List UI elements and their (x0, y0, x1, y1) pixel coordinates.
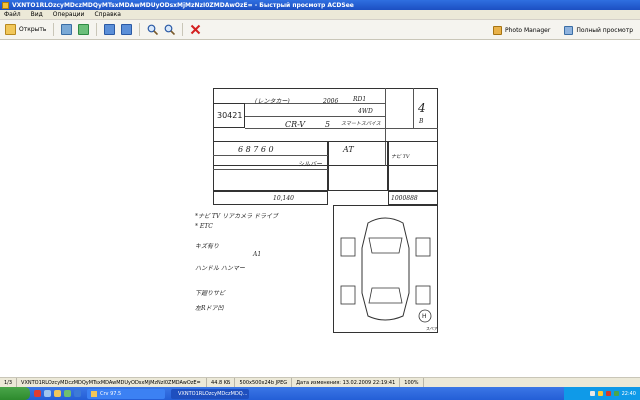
fullscreen-button[interactable]: Полный просмотр (561, 22, 636, 38)
year: 2006 (323, 98, 339, 105)
menu-file[interactable]: Файл (4, 11, 21, 18)
browser-icon[interactable] (74, 390, 81, 397)
tray-icon[interactable] (597, 391, 603, 396)
clock: 22:40 (621, 390, 636, 397)
fullscreen-icon (564, 25, 574, 35)
drive: 4WD (358, 108, 373, 115)
status-dimensions: 500x500x24b JPEG (235, 377, 293, 388)
options-box (388, 141, 438, 191)
next-image-icon (78, 24, 90, 35)
zoom-out-button[interactable] (161, 22, 178, 38)
opera-icon[interactable] (34, 390, 41, 397)
inspector-note-5: 左Rドア凹 (195, 305, 224, 312)
toolbar: Открыть Photo Manager Полный просмотр (0, 20, 640, 40)
inspector-note-3: ハンドル ハンマー (195, 265, 245, 272)
score: 4 (418, 101, 426, 115)
lot-number: 30421 (217, 111, 243, 120)
model: CR-V (285, 120, 306, 129)
notes-line-2: * ETC (195, 223, 213, 230)
folder-icon (5, 24, 16, 35)
media-icon[interactable] (64, 390, 71, 397)
status-zoom: 100% (400, 377, 424, 388)
zoom-out-icon (165, 24, 176, 35)
rotate-left-icon (104, 24, 116, 35)
delete-icon (191, 24, 201, 35)
notes-line-1: *ナビ TV リアカメラ ドライブ (195, 213, 279, 220)
folder-icon[interactable] (54, 390, 61, 397)
rotate-left-button[interactable] (101, 22, 118, 38)
menu-help[interactable]: Справка (94, 11, 120, 18)
mileage: 6 8 7 6 0 (238, 145, 274, 154)
window-title: VXNTO1RLOzcyMDczMDQyMTsxMDAwMDUyODsxMjMz… (12, 1, 354, 9)
toolbar-separator (139, 23, 141, 36)
auction-sheet-image: 30421 (レンタカー) 2006 RD1 4WD CR-V 5 スマートスパ… (193, 83, 443, 333)
desktop-icon[interactable] (44, 390, 51, 397)
zoom-in-button[interactable] (144, 22, 161, 38)
status-filename: VXNTO1RLOzcyMDczMDQyMTsxMDAwMDUyODsxMjMz… (17, 377, 208, 388)
rotate-right-button[interactable] (118, 22, 135, 38)
tray-icon[interactable] (605, 391, 611, 396)
rental-label: (レンタカー) (255, 98, 290, 105)
status-modified: Дата изменения: 13.02.2009 22:19:41 (292, 377, 401, 388)
status-bar: 1/3 VXNTO1RLOzcyMDczMDQyMTsxMDAwMDUyODsx… (0, 377, 640, 388)
inspector-note-4: 下廻りサビ (195, 290, 226, 297)
interior-grade: B (419, 118, 424, 125)
transmission-box (328, 141, 388, 191)
taskbar-button-folder[interactable]: Crv 97.5 (87, 388, 165, 399)
previous-image-button[interactable] (58, 22, 75, 38)
start-button[interactable] (0, 387, 30, 400)
tray-icon[interactable] (613, 391, 619, 396)
title-bar: VXNTO1RLOzcyMDczMDQyMTsxMDAwMDUyODsxMjMz… (0, 0, 640, 10)
toolbar-separator (96, 23, 98, 36)
photo-manager-button[interactable]: Photo Manager (490, 22, 553, 38)
photo-manager-icon (492, 25, 502, 35)
task-2-label: VXNTO1RLOzcyMDczMDQ... (178, 390, 248, 397)
toolbar-separator (182, 23, 184, 36)
chassis-number: 1000888 (391, 195, 418, 202)
color: シルバー (298, 161, 323, 168)
toolbar-separator (53, 23, 55, 36)
folder-icon (91, 390, 97, 397)
tray-icon[interactable] (589, 391, 595, 396)
options-text: ナビ TV (391, 154, 410, 160)
car-diagram (340, 217, 432, 323)
toolbar-right: Photo Manager Полный просмотр (490, 22, 636, 38)
grade: スマートスパイス (341, 121, 381, 127)
doors: 5 (325, 120, 331, 129)
transmission: AT (343, 145, 354, 154)
rotate-right-icon (121, 24, 133, 35)
recycle-box (213, 191, 328, 205)
photo-manager-label: Photo Manager (504, 26, 551, 34)
acdsee-icon (2, 1, 9, 9)
open-button[interactable]: Открыть (2, 22, 49, 38)
recycle-fee: 10,140 (273, 195, 294, 202)
status-filesize: 44.8 KБ (207, 377, 236, 388)
zoom-in-icon (148, 24, 159, 35)
previous-image-icon (61, 24, 73, 35)
model-code: RD1 (353, 96, 367, 103)
menu-operations[interactable]: Операции (53, 11, 85, 18)
system-tray: 22:40 (564, 387, 640, 400)
image-index: 1/3 (0, 377, 18, 388)
open-label: Открыть (19, 26, 47, 33)
menu-view[interactable]: Вид (31, 11, 43, 18)
quick-launch (34, 390, 81, 397)
inspector-note-1: キズ有り (195, 243, 220, 250)
diagram-h-label: H (422, 313, 427, 320)
menu-bar: Файл Вид Операции Справка (0, 10, 640, 20)
next-image-button[interactable] (75, 22, 92, 38)
task-1-label: Crv 97.5 (100, 390, 122, 397)
taskbar-button-acdsee[interactable]: VXNTO1RLOzcyMDczMDQ... (171, 388, 249, 399)
delete-button[interactable] (187, 22, 204, 38)
spare-label: スペア (426, 326, 438, 331)
inspector-note-2: A1 (253, 251, 262, 258)
fullscreen-label: Полный просмотр (576, 26, 633, 34)
taskbar: Crv 97.5 VXNTO1RLOzcyMDczMDQ... 22:40 (0, 387, 640, 400)
